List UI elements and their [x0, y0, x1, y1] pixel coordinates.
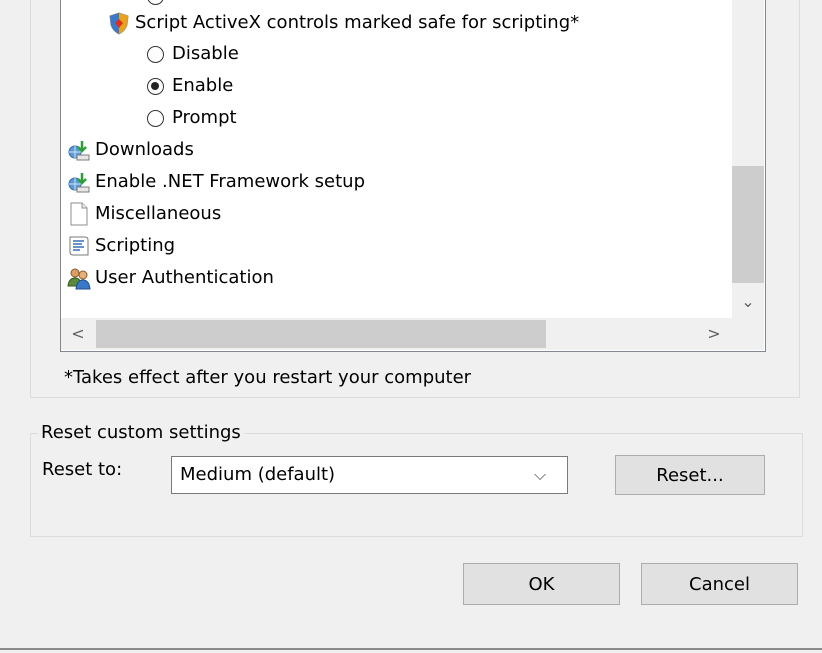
- category-label: Scripting: [95, 235, 176, 256]
- option-prompt[interactable]: Prompt: [147, 103, 237, 133]
- reset-to-label: Reset to:: [42, 459, 123, 480]
- bottom-divider: [0, 648, 822, 650]
- scroll-down-arrow-icon[interactable]: ⌄: [732, 287, 764, 317]
- reset-button[interactable]: Reset...: [615, 455, 765, 495]
- document-icon: [70, 202, 88, 226]
- category-miscellaneous[interactable]: Miscellaneous: [67, 199, 221, 229]
- scripting-icon: [69, 236, 89, 256]
- option-label: Disable: [172, 43, 239, 64]
- vertical-scrollbar-thumb[interactable]: [732, 166, 764, 283]
- setting-script-activex: Script ActiveX controls marked safe for …: [107, 8, 579, 38]
- net-framework-icon: [68, 173, 90, 193]
- option-enable[interactable]: Enable: [147, 71, 233, 101]
- option-label: Prompt: [172, 107, 237, 128]
- scroll-left-arrow-icon[interactable]: <: [61, 318, 95, 350]
- horizontal-scrollbar-thumb[interactable]: [96, 320, 546, 348]
- option-label: Enable: [172, 75, 234, 96]
- reset-level-value: Medium (default): [180, 464, 336, 485]
- chevron-down-icon[interactable]: ⌵: [534, 461, 546, 489]
- reset-group-title: Reset custom settings: [38, 420, 244, 446]
- category-label: Enable .NET Framework setup: [95, 171, 366, 192]
- cancel-button[interactable]: Cancel: [641, 563, 798, 605]
- partial-radio-button: [147, 0, 164, 5]
- activex-shield-icon: [109, 12, 129, 35]
- radio-disable[interactable]: [147, 45, 164, 63]
- category-label: User Authentication: [95, 267, 274, 288]
- radio-enable[interactable]: [147, 77, 164, 95]
- scroll-corner: [732, 318, 764, 350]
- category-net-framework[interactable]: Enable .NET Framework setup: [67, 167, 365, 197]
- setting-label: Script ActiveX controls marked safe for …: [135, 12, 580, 33]
- ok-button[interactable]: OK: [463, 563, 620, 605]
- radio-prompt[interactable]: [147, 109, 164, 127]
- category-label: Miscellaneous: [95, 203, 222, 224]
- users-icon: [67, 268, 91, 290]
- category-user-authentication[interactable]: User Authentication: [67, 263, 274, 293]
- category-scripting[interactable]: Scripting: [67, 231, 175, 261]
- category-downloads[interactable]: Downloads: [67, 135, 194, 165]
- security-settings-list[interactable]: Script ActiveX controls marked safe for …: [60, 0, 766, 352]
- category-label: Downloads: [95, 139, 194, 160]
- downloads-icon: [68, 141, 90, 161]
- scroll-right-arrow-icon[interactable]: >: [697, 318, 731, 350]
- restart-note: *Takes effect after you restart your com…: [64, 367, 472, 388]
- option-disable[interactable]: Disable: [147, 39, 239, 69]
